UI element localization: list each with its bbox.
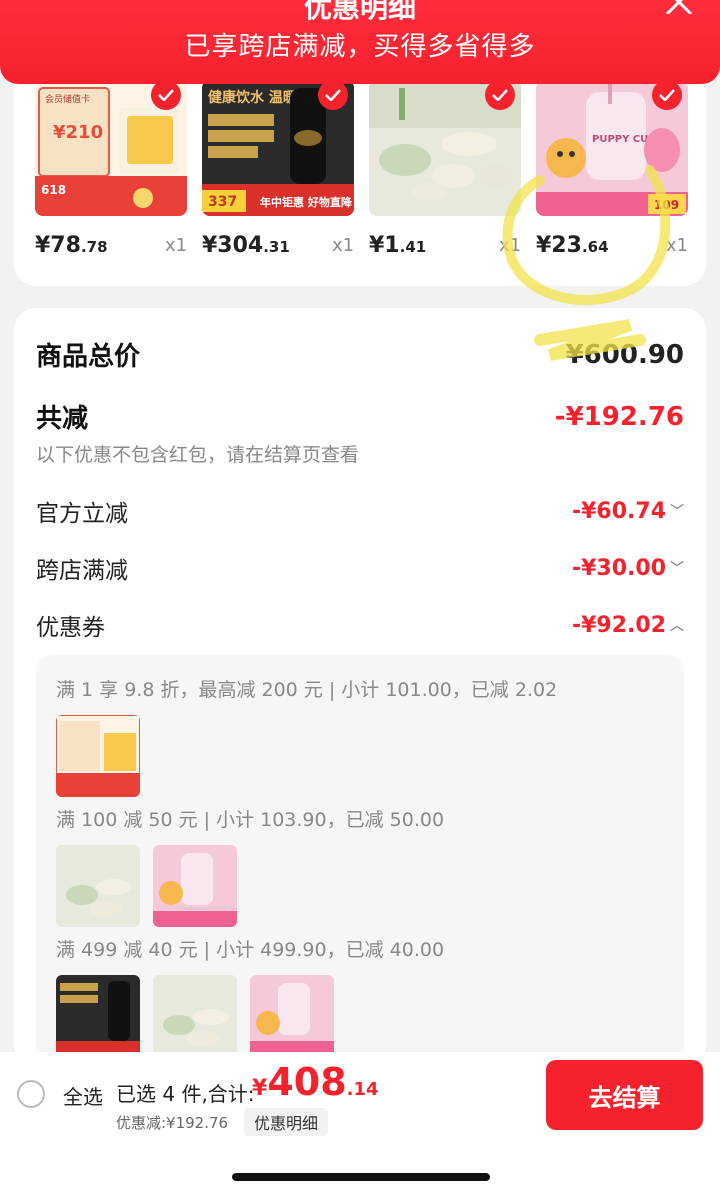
total-price: ¥408.14 — [252, 1060, 379, 1104]
puppy-cup-thumbnail[interactable] — [250, 975, 334, 1057]
discount-detail-button[interactable]: 优惠明细 — [244, 1108, 329, 1136]
product-badge: 337 — [208, 194, 237, 210]
product-item[interactable]: 健康饮水 温暖有度 337 年中钜惠 好物直降 ¥304.31 x1 — [202, 80, 354, 258]
official-discount-value: -¥60.74 — [571, 498, 666, 524]
product-price: ¥304.31 — [202, 233, 290, 258]
header-title: 优惠明细 — [303, 0, 416, 24]
selected-check-icon[interactable] — [652, 80, 682, 110]
product-item[interactable]: PUPPY CUP 109 ¥23.64 x1 — [536, 80, 688, 258]
checkout-button[interactable]: 去结算 — [546, 1060, 703, 1130]
coupon-detail-box: 满 1 享 9.8 折，最高减 200 元 | 小计 101.00，已减 2.0… — [36, 655, 684, 1068]
coupon-rule-line: 满 1 享 9.8 折，最高减 200 元 | 小计 101.00，已减 2.0… — [56, 679, 558, 701]
official-discount-row[interactable]: 官方立减 -¥60.74 ﹀ — [36, 494, 684, 528]
discount-detail-header: 优惠明细 已享跨店满减，买得多省得多 — [0, 0, 720, 84]
cross-store-discount-label: 跨店满减 — [36, 558, 128, 584]
select-all-label[interactable]: 全选 — [63, 1081, 103, 1110]
total-discount-label: 共减 — [36, 404, 89, 434]
goods-total-row: 商品总价 ¥600.90 — [36, 336, 684, 373]
checkout-bar: 全选 已选 4 件,合计: ¥408.14 优惠减:¥192.76 优惠明细 去… — [0, 1052, 720, 1195]
selected-check-icon[interactable] — [151, 80, 181, 110]
product-tag: 会员储值卡 — [45, 93, 90, 105]
product-price: ¥23.64 — [536, 233, 609, 258]
product-badge: ¥210 — [53, 122, 103, 143]
total-discount-value: -¥192.76 — [554, 401, 684, 432]
dishware-thumbnail[interactable] — [153, 975, 237, 1057]
goods-total-value: ¥600.90 — [565, 339, 684, 370]
product-quantity: x1 — [165, 235, 188, 256]
coupon-row[interactable]: 优惠券 -¥92.02 ︿ — [36, 608, 684, 642]
discount-note: 以下优惠不包含红包，请在结算页查看 — [36, 444, 360, 466]
product-price: ¥1.41 — [369, 233, 427, 258]
chevron-down-icon[interactable]: ﹀ — [670, 501, 684, 521]
price-summary-card: 商品总价 ¥600.90 共减 -¥192.76 以下优惠不包含红包，请在结算页… — [14, 308, 706, 1068]
product-quantity: x1 — [332, 235, 355, 256]
product-quantity: x1 — [499, 235, 522, 256]
product-price: ¥78.78 — [35, 233, 108, 258]
dishware-thumbnail[interactable] — [56, 845, 140, 927]
product-badge: 109 — [654, 198, 679, 212]
thermos-thumbnail[interactable] — [56, 975, 140, 1057]
selected-check-icon[interactable] — [318, 80, 348, 110]
cross-store-discount-value: -¥30.00 — [571, 555, 666, 581]
selected-check-icon[interactable] — [485, 80, 515, 110]
svg-text:年中钜惠 好物直降: 年中钜惠 好物直降 — [260, 195, 353, 209]
header-subtitle: 已享跨店满减，买得多省得多 — [184, 32, 536, 62]
coupon-value: -¥92.02 — [571, 612, 666, 638]
coupon-rule-line: 满 100 减 50 元 | 小计 103.90，已减 50.00 — [56, 809, 445, 831]
product-item[interactable]: ¥1.41 x1 — [369, 80, 521, 258]
goods-total-label: 商品总价 — [36, 342, 141, 372]
chevron-up-icon[interactable]: ︿ — [670, 615, 684, 635]
close-icon[interactable] — [664, 0, 694, 14]
product-quantity: x1 — [666, 235, 689, 256]
discount-amount-text: 优惠减:¥192.76 — [116, 1114, 229, 1132]
puppy-cup-thumbnail[interactable] — [153, 845, 237, 927]
total-discount-row: 共减 -¥192.76 — [36, 398, 684, 435]
coupon-label: 优惠券 — [36, 615, 105, 641]
selected-count-text: 已选 4 件,合计: — [116, 1082, 255, 1106]
milk-formula-thumbnail[interactable] — [56, 715, 140, 797]
chevron-down-icon[interactable]: ﹀ — [670, 558, 684, 578]
select-all-radio[interactable] — [17, 1080, 45, 1108]
home-indicator — [232, 1173, 490, 1181]
coupon-rule-line: 满 499 减 40 元 | 小计 499.90，已减 40.00 — [56, 939, 445, 961]
official-discount-label: 官方立减 — [36, 501, 128, 527]
product-item[interactable]: 会员储值卡 ¥210 618 ¥78.78 x1 — [35, 80, 187, 258]
cross-store-discount-row[interactable]: 跨店满减 -¥30.00 ﹀ — [36, 551, 684, 585]
svg-text:618: 618 — [41, 183, 66, 197]
product-strip-card: 会员储值卡 ¥210 618 ¥78.78 x1 健康饮水 温暖有度 337 年… — [14, 60, 706, 286]
